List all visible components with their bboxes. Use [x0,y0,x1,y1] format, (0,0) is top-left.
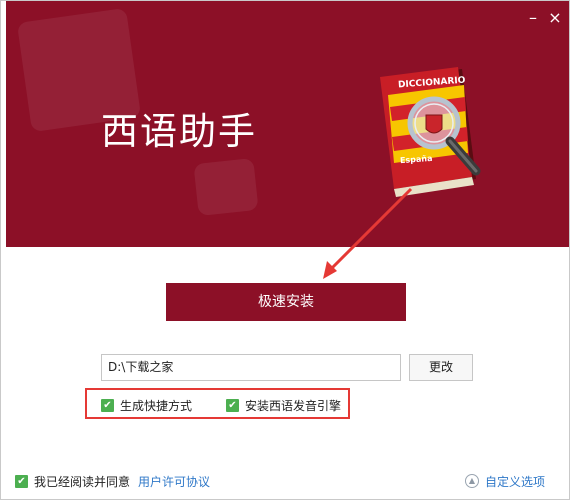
create-shortcut-option[interactable]: ✔ 生成快捷方式 [101,397,192,413]
install-path-input[interactable]: D:\下载之家 [101,354,401,381]
quick-install-button[interactable]: 极速安装 [166,283,406,321]
app-title: 西语助手 [101,110,257,153]
header-banner: 西语助手 DICCIONARIO España – × [6,1,569,247]
installer-window: 西语助手 DICCIONARIO España – × 极速安装 D:\下载之家… [0,0,570,500]
chevron-up-icon: ▲ [465,474,479,488]
close-button[interactable]: × [544,7,566,29]
checkbox-checked-icon[interactable]: ✔ [101,398,114,412]
agreement-row: ✔ 我已经阅读并同意 用户许可协议 [15,473,210,489]
license-agreement-link[interactable]: 用户许可协议 [138,473,210,490]
minimize-button[interactable]: – [522,7,544,29]
agree-label: 我已经阅读并同意 [34,474,131,489]
agree-checkbox-icon[interactable]: ✔ [15,474,28,488]
install-speech-engine-option[interactable]: ✔ 安装西语发音引擎 [226,397,341,413]
checkbox-checked-icon[interactable]: ✔ [226,398,239,412]
change-path-button[interactable]: 更改 [409,354,473,381]
banner-decoration [193,158,259,216]
custom-options-label: 自定义选项 [485,474,546,489]
create-shortcut-label: 生成快捷方式 [120,398,193,413]
dictionary-book-logo: DICCIONARIO España [376,67,491,197]
install-speech-engine-label: 安装西语发音引擎 [245,398,342,413]
custom-options-button[interactable]: ▲ 自定义选项 [465,473,545,489]
